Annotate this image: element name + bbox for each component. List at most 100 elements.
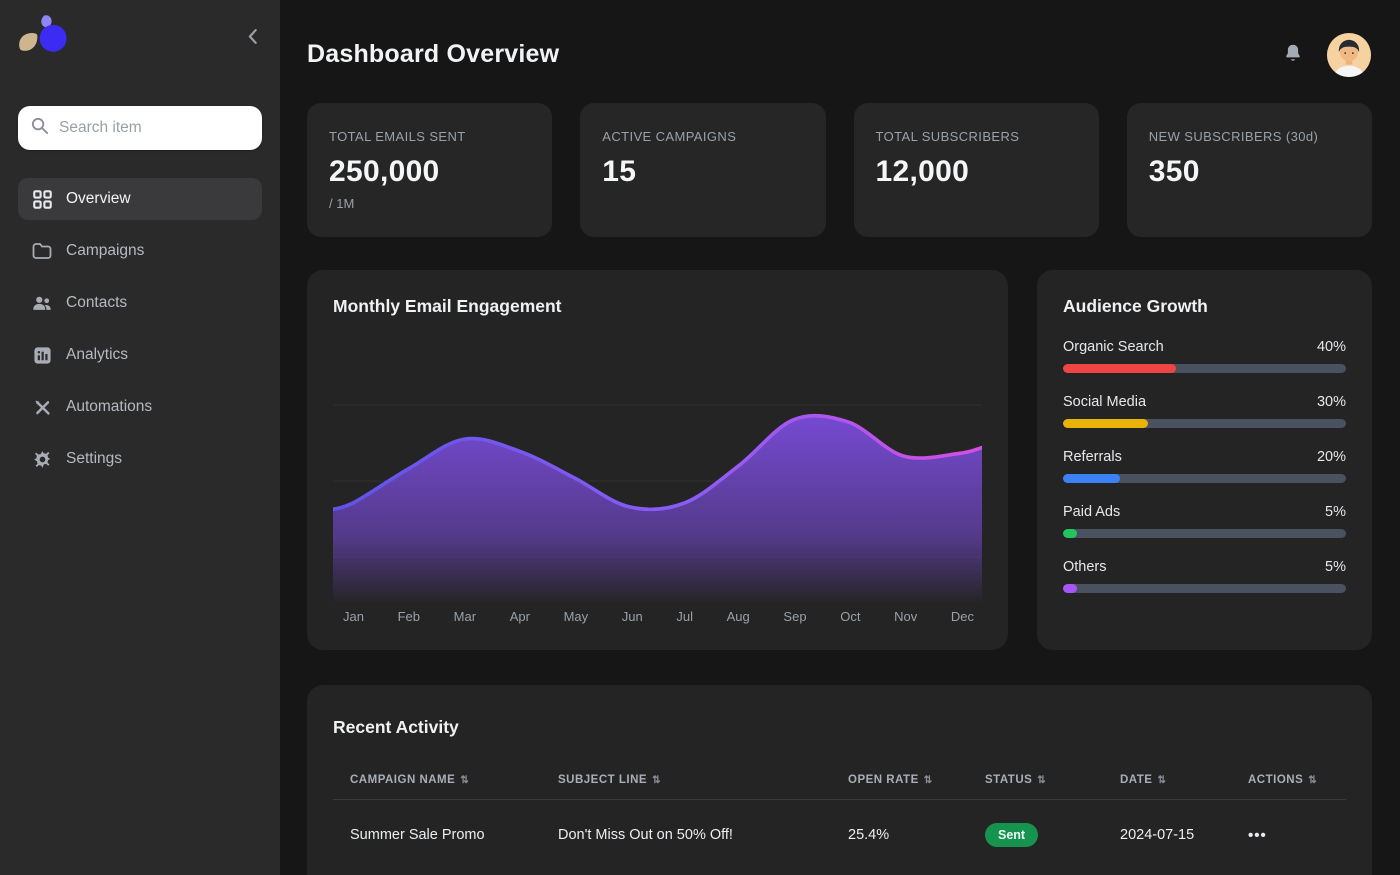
recent-activity-title: Recent Activity [333,717,1346,738]
progress-track [1063,419,1346,428]
audience-value: 40% [1317,339,1346,355]
month-label: Nov [894,609,917,624]
month-label: Apr [510,609,530,624]
stat-card-total-subscribers: TOTAL SUBSCRIBERS 12,000 [854,103,1099,237]
sidebar-item-settings[interactable]: Settings [18,438,262,480]
row-actions-button[interactable]: ••• [1248,827,1267,844]
month-label: Oct [840,609,860,624]
month-label: Jan [343,609,364,624]
table-header-row: CAMPAIGN NAME⇅ SUBJECT LINE⇅ OPEN RATE⇅ … [333,774,1346,786]
status-badge: Sent [985,823,1038,847]
cell-subject-line: Don't Miss Out on 50% Off! [558,827,848,843]
audience-row-referrals: Referrals 20% [1063,449,1346,483]
sidebar-item-label: Contacts [66,294,127,312]
search-box[interactable] [18,106,262,150]
activity-table: CAMPAIGN NAME⇅ SUBJECT LINE⇅ OPEN RATE⇅ … [333,774,1346,847]
bell-icon [1282,53,1304,68]
column-header-subject-line[interactable]: SUBJECT LINE⇅ [558,774,848,786]
main-content: Dashboard Overview [280,0,1400,875]
sort-icon: ⇅ [460,775,469,786]
audience-value: 5% [1325,559,1346,575]
month-label: Jun [622,609,643,624]
month-label: Mar [454,609,476,624]
stat-card-active-campaigns: ACTIVE CAMPAIGNS 15 [580,103,825,237]
sidebar-item-label: Overview [66,190,131,208]
audience-row-others: Others 5% [1063,559,1346,593]
analytics-icon [32,345,52,365]
cell-open-rate: 25.4% [848,827,985,843]
logo-dot-blue [40,25,67,52]
sort-icon: ⇅ [924,775,933,786]
audience-row-social-media: Social Media 30% [1063,394,1346,428]
grid-icon [32,189,52,209]
audience-label: Referrals [1063,449,1122,465]
users-icon [32,293,52,313]
column-header-campaign-name[interactable]: CAMPAIGN NAME⇅ [350,774,558,786]
stat-value: 250,000 [329,155,530,189]
user-avatar[interactable] [1326,32,1372,78]
column-header-status[interactable]: STATUS⇅ [985,774,1120,786]
sidebar-item-contacts[interactable]: Contacts [18,282,262,324]
progress-fill [1063,584,1077,593]
app-logo [14,12,68,65]
audience-row-organic-search: Organic Search 40% [1063,339,1346,373]
sidebar-item-campaigns[interactable]: Campaigns [18,230,262,272]
cell-campaign-name: Summer Sale Promo [350,827,558,843]
sidebar: Overview Campaigns Contacts Analytics Au… [0,0,280,875]
column-header-date[interactable]: DATE⇅ [1120,774,1248,786]
sort-icon: ⇅ [1157,775,1166,786]
page-title: Dashboard Overview [307,40,559,69]
sidebar-item-label: Settings [66,450,122,468]
sidebar-item-label: Automations [66,398,152,416]
sort-icon: ⇅ [652,775,661,786]
engagement-area-chart [333,397,982,602]
tools-icon [32,397,52,417]
progress-fill [1063,474,1120,483]
sort-icon: ⇅ [1037,775,1046,786]
sidebar-item-label: Campaigns [66,242,144,260]
month-labels: JanFebMarAprMayJunJulAugSepOctNovDec [333,602,982,624]
stat-card-new-subscribers: NEW SUBSCRIBERS (30d) 350 [1127,103,1372,237]
stat-value: 350 [1149,155,1350,189]
stat-label: TOTAL EMAILS SENT [329,129,530,144]
audience-label: Social Media [1063,394,1146,410]
top-bar: Dashboard Overview [307,0,1372,103]
search-input[interactable] [59,119,259,137]
engagement-title: Monthly Email Engagement [333,296,982,317]
chevron-left-icon [247,33,258,48]
stat-value: 15 [602,155,803,189]
audience-value: 5% [1325,504,1346,520]
table-row: Summer Sale Promo Don't Miss Out on 50% … [333,800,1346,847]
column-header-open-rate[interactable]: OPEN RATE⇅ [848,774,985,786]
audience-panel: Audience Growth Organic Search 40% Socia… [1037,270,1372,650]
audience-label: Paid Ads [1063,504,1120,520]
audience-label: Others [1063,559,1107,575]
month-label: May [564,609,589,624]
month-label: Jul [676,609,693,624]
column-header-actions[interactable]: ACTIONS⇅ [1248,774,1346,786]
stat-value: 12,000 [876,155,1077,189]
progress-track [1063,364,1346,373]
sidebar-collapse-button[interactable] [245,26,260,50]
stat-sub: / 1M [329,196,530,211]
logo-petal-tan [19,33,37,51]
engagement-panel: Monthly Email Engagement [307,270,1008,650]
progress-track [1063,474,1346,483]
progress-fill [1063,364,1176,373]
progress-track [1063,584,1346,593]
stat-card-total-emails: TOTAL EMAILS SENT 250,000 / 1M [307,103,552,237]
gear-icon [32,449,52,469]
sidebar-item-automations[interactable]: Automations [18,386,262,428]
progress-track [1063,529,1346,538]
notifications-button[interactable] [1282,42,1304,68]
sidebar-item-label: Analytics [66,346,128,364]
stat-label: NEW SUBSCRIBERS (30d) [1149,129,1350,144]
audience-title: Audience Growth [1063,296,1346,317]
sidebar-item-overview[interactable]: Overview [18,178,262,220]
search-icon [30,116,49,140]
month-label: Feb [398,609,420,624]
stats-row: TOTAL EMAILS SENT 250,000 / 1M ACTIVE CA… [307,103,1372,237]
sidebar-item-analytics[interactable]: Analytics [18,334,262,376]
audience-row-paid-ads: Paid Ads 5% [1063,504,1346,538]
audience-label: Organic Search [1063,339,1164,355]
